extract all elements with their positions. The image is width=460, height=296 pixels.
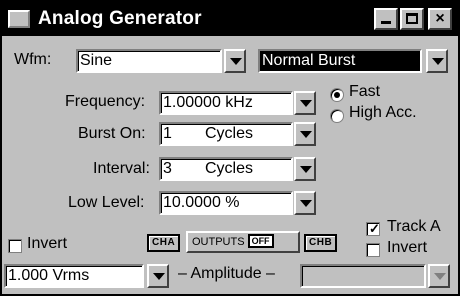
outputs-state-badge: OFF xyxy=(247,234,274,248)
amplitude-b-field[interactable] xyxy=(300,264,426,288)
outputs-label: OUTPUTS xyxy=(192,236,245,248)
close-icon: × xyxy=(435,10,445,27)
chevron-down-icon xyxy=(230,58,242,65)
radio-dot xyxy=(334,92,340,98)
interval-dropdown-button[interactable] xyxy=(294,157,316,181)
window-title: Analog Generator xyxy=(38,8,202,29)
chevron-down-icon xyxy=(434,273,446,280)
track-a-checkbox[interactable]: ✓ xyxy=(366,222,380,236)
chevron-down-icon xyxy=(432,58,444,65)
interval-label: Interval: xyxy=(93,160,150,177)
interval-field[interactable]: 3 Cycles xyxy=(159,157,293,181)
low-level-dropdown-button[interactable] xyxy=(294,191,316,215)
burst-on-unit: Cycles xyxy=(205,125,254,142)
chevron-down-icon xyxy=(300,100,312,107)
fast-label: Fast xyxy=(349,83,381,100)
minimize-button[interactable] xyxy=(374,8,398,30)
invert-a-checkbox[interactable] xyxy=(8,239,22,253)
interval-unit: Cycles xyxy=(205,160,254,177)
waveform-label: Wfm: xyxy=(14,51,52,68)
burst-mode-dropdown-button[interactable] xyxy=(426,49,448,73)
frequency-value: 1.00000 kHz xyxy=(163,94,253,111)
frequency-dropdown-button[interactable] xyxy=(294,91,316,115)
burst-on-label: Burst On: xyxy=(78,125,146,142)
low-level-field[interactable]: 10.0000 % xyxy=(159,191,293,215)
checkmark-icon: ✓ xyxy=(369,221,380,236)
high-acc-radio[interactable] xyxy=(330,109,344,123)
analog-generator-window: Analog Generator × Wfm: Sine Normal Burs… xyxy=(0,0,460,296)
low-level-value: 10.0000 % xyxy=(163,194,240,211)
fast-radio[interactable] xyxy=(330,88,344,102)
burst-on-field[interactable]: 1 Cycles xyxy=(159,122,293,146)
chevron-down-icon xyxy=(300,131,312,138)
chevron-down-icon xyxy=(153,273,165,280)
burst-on-value: 1 xyxy=(163,125,172,142)
high-acc-label: High Acc. xyxy=(349,104,417,121)
track-a-label: Track A xyxy=(387,218,441,235)
waveform-dropdown-button[interactable] xyxy=(224,49,246,73)
title-bar[interactable]: Analog Generator × xyxy=(2,2,458,36)
minimize-icon xyxy=(381,21,391,24)
chb-indicator[interactable]: CHB xyxy=(304,234,338,252)
chevron-down-icon xyxy=(300,166,312,173)
cha-indicator[interactable]: CHA xyxy=(147,234,181,252)
amplitude-a-value: 1.000 Vrms xyxy=(8,267,90,284)
waveform-value: Sine xyxy=(80,52,113,69)
burst-mode-select[interactable]: Normal Burst xyxy=(258,49,422,73)
low-level-label: Low Level: xyxy=(68,194,145,211)
burst-on-dropdown-button[interactable] xyxy=(294,122,316,146)
amplitude-a-field[interactable]: 1.000 Vrms xyxy=(4,264,144,288)
amplitude-a-dropdown-button[interactable] xyxy=(147,264,169,288)
waveform-select[interactable]: Sine xyxy=(76,49,222,73)
invert-b-checkbox[interactable] xyxy=(366,243,380,257)
burst-mode-value: Normal Burst xyxy=(262,52,356,69)
outputs-button[interactable]: OUTPUTS OFF xyxy=(186,231,300,253)
invert-b-label: Invert xyxy=(387,239,428,256)
amplitude-b-dropdown-button[interactable] xyxy=(428,264,450,288)
chevron-down-icon xyxy=(300,200,312,207)
maximize-button[interactable] xyxy=(400,8,424,30)
interval-value: 3 xyxy=(163,160,172,177)
frequency-field[interactable]: 1.00000 kHz xyxy=(159,91,293,115)
maximize-icon xyxy=(406,13,418,24)
invert-a-label: Invert xyxy=(27,235,68,252)
amplitude-label: – Amplitude – xyxy=(178,265,275,282)
frequency-label: Frequency: xyxy=(65,93,146,110)
close-button[interactable]: × xyxy=(428,8,452,30)
window-icon[interactable] xyxy=(8,10,30,28)
